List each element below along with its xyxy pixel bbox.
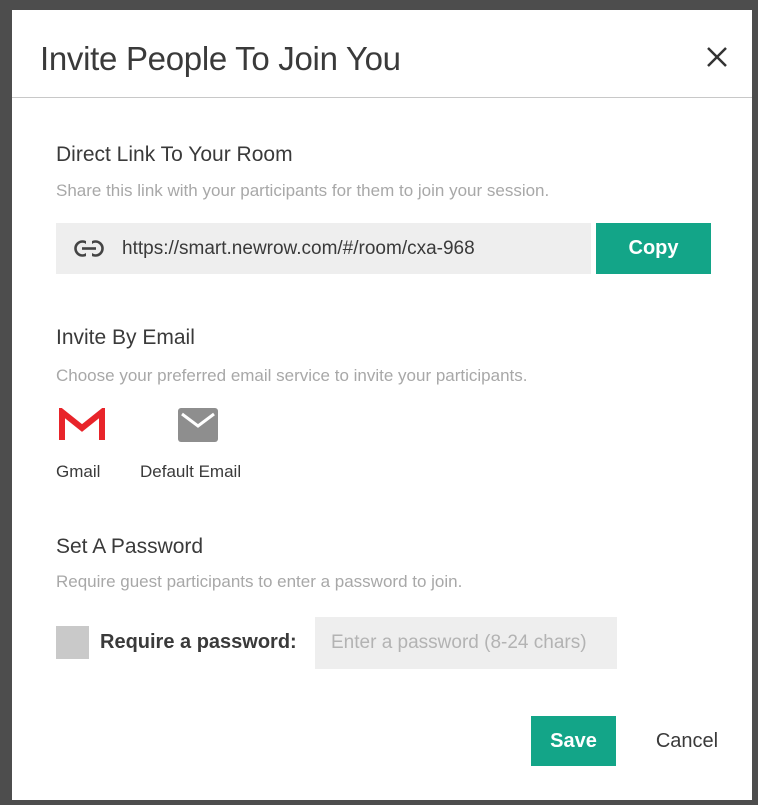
link-icon <box>74 240 104 257</box>
envelope-icon <box>178 408 218 442</box>
invite-email-description: Choose your preferred email service to i… <box>56 366 528 385</box>
gmail-icon <box>59 408 105 440</box>
gmail-option[interactable]: Gmail <box>56 404 116 484</box>
dialog-header: Invite People To Join You <box>12 10 752 98</box>
require-password-checkbox[interactable] <box>56 626 89 659</box>
require-password-label: Require a password: <box>100 631 297 653</box>
direct-link-description: Share this link with your participants f… <box>56 181 550 200</box>
room-link-url: https://smart.newrow.com/#/room/cxa-968 <box>122 238 475 259</box>
gmail-label: Gmail <box>56 462 101 481</box>
dialog-title: Invite People To Join You <box>40 40 401 77</box>
cancel-button[interactable]: Cancel <box>642 716 732 766</box>
close-icon <box>707 47 727 67</box>
invite-dialog: Invite People To Join You Direct Link To… <box>12 10 752 800</box>
default-email-label: Default Email <box>140 462 242 481</box>
room-link-field[interactable]: https://smart.newrow.com/#/room/cxa-968 <box>56 223 591 274</box>
password-input[interactable] <box>315 617 617 669</box>
password-description: Require guest participants to enter a pa… <box>56 572 463 591</box>
direct-link-title: Direct Link To Your Room <box>56 143 293 166</box>
copy-button[interactable]: Copy <box>596 223 711 274</box>
invite-email-title: Invite By Email <box>56 326 195 349</box>
default-email-option[interactable]: Default Email <box>140 404 260 484</box>
save-button[interactable]: Save <box>531 716 616 766</box>
close-button[interactable] <box>700 40 734 74</box>
password-title: Set A Password <box>56 535 204 558</box>
